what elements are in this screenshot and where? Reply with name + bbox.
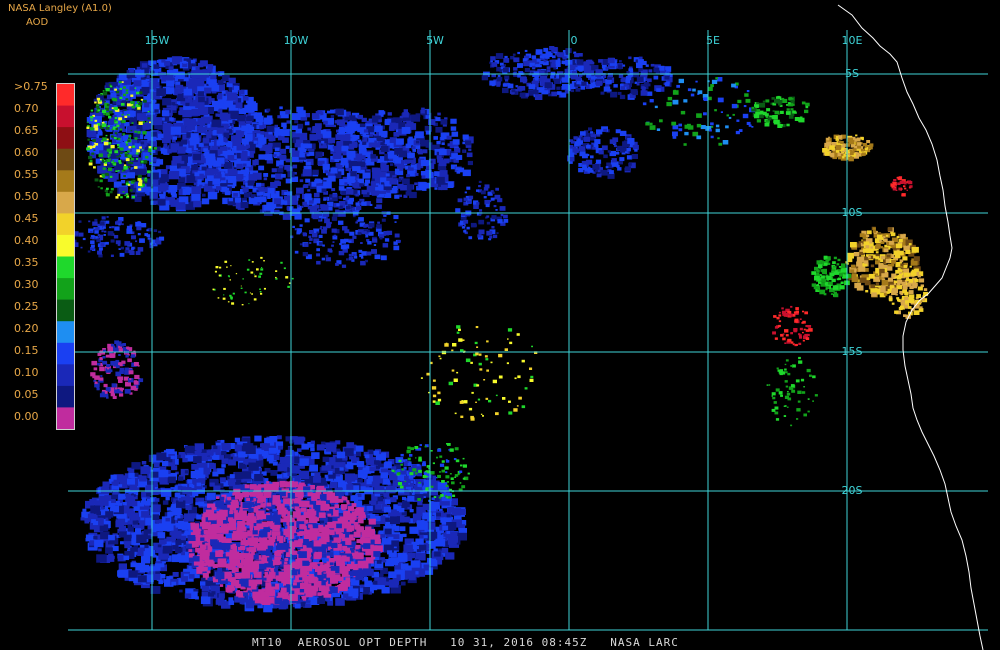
latitude-label: 10S: [842, 206, 863, 219]
map-caption: MT10 AEROSOL OPT DEPTH 10 31, 2016 08:45…: [252, 636, 679, 649]
legend-swatch: [57, 278, 74, 301]
legend-label: >0.75: [14, 80, 48, 93]
longitude-label: 15W: [145, 34, 170, 47]
legend-label: 0.70: [14, 102, 39, 115]
legend-swatch: [57, 364, 74, 387]
units-label: AOD: [26, 17, 49, 28]
legend-label: 0.65: [14, 124, 39, 137]
legend-swatch: [57, 170, 74, 193]
longitude-label: 0: [571, 34, 578, 47]
longitude-label: 5E: [706, 34, 720, 47]
legend-swatch: [57, 299, 74, 322]
legend-swatch: [57, 342, 74, 365]
coastline: [837, 4, 984, 650]
legend-swatch: [57, 407, 74, 430]
legend-swatch: [57, 234, 74, 257]
latitude-label: 20S: [842, 484, 863, 497]
legend-label: 0.10: [14, 366, 39, 379]
legend-label: 0.35: [14, 256, 39, 269]
longitude-label: 10E: [842, 34, 863, 47]
legend-swatch: [57, 321, 74, 344]
legend-swatch: [57, 127, 74, 150]
legend-swatch: [57, 213, 74, 236]
legend-swatch: [57, 385, 74, 408]
latitude-label: 15S: [842, 345, 863, 358]
legend-label: 0.60: [14, 146, 39, 159]
provider-label: NASA Langley (A1.0): [8, 3, 112, 14]
longitude-label: 5W: [426, 34, 444, 47]
legend-label: 0.45: [14, 212, 39, 225]
legend-swatch: [57, 148, 74, 171]
legend-swatch: [57, 105, 74, 128]
legend-label: 0.00: [14, 410, 39, 423]
legend-label: 0.50: [14, 190, 39, 203]
aerosol-data-layer: [62, 46, 929, 613]
legend-label: 0.30: [14, 278, 39, 291]
legend-label: 0.20: [14, 322, 39, 335]
longitude-label: 10W: [284, 34, 309, 47]
legend-label: 0.40: [14, 234, 39, 247]
legend-label: 0.55: [14, 168, 39, 181]
legend-label: 0.05: [14, 388, 39, 401]
color-scale-bar: [56, 83, 75, 430]
latitude-label: 5S: [845, 67, 859, 80]
legend-label: 0.25: [14, 300, 39, 313]
legend-label: 0.15: [14, 344, 39, 357]
aod-map: 15W 10W 5W 0 5E 10E 5S 10S 15S 20S: [56, 4, 988, 650]
legend-swatch: [57, 84, 74, 107]
legend-swatch: [57, 256, 74, 279]
legend-swatch: [57, 191, 74, 214]
